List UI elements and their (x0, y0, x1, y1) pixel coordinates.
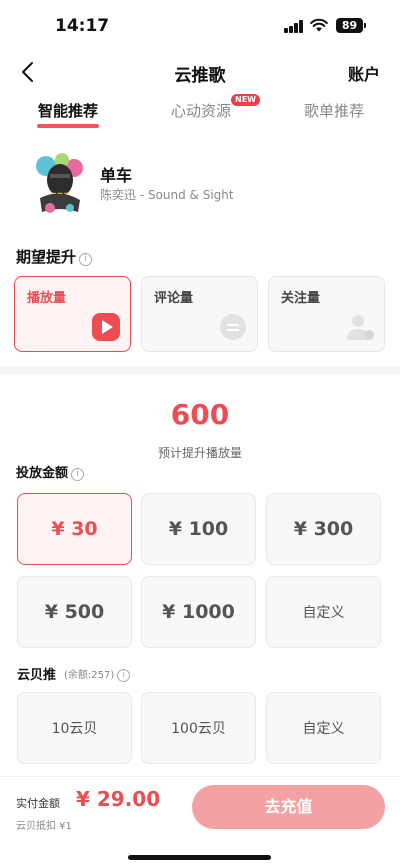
estimate-value: 600 (170, 398, 230, 431)
amount-option-30[interactable]: ¥ 30 (17, 493, 132, 565)
metric-label: 评论量 (154, 291, 194, 306)
song-artist: 陈奕迅 - Sound & Sight (100, 188, 234, 202)
new-badge: NEW (231, 94, 260, 106)
pay-amount: ¥ 29.00 (76, 787, 161, 811)
info-icon[interactable]: i (71, 468, 85, 481)
amount-option-custom[interactable]: 自定义 (266, 576, 381, 648)
yunbei-balance-text: (余额:257) (64, 670, 115, 681)
metric-plays[interactable]: 播放量 (14, 276, 131, 352)
yunbei-label: 云贝推 (17, 664, 56, 683)
amount-option-100[interactable]: ¥ 100 (141, 493, 256, 565)
comment-icon (220, 314, 246, 340)
yunbei-text: 云贝推 (17, 668, 57, 683)
follow-icon (347, 315, 374, 340)
amount-label: 投放金额 i (16, 462, 85, 481)
amount-text: 投放金额 (16, 466, 69, 481)
status-time: 14:17 (55, 16, 110, 36)
song-title: 单车 (100, 166, 133, 185)
account-button[interactable]: 账户 (348, 61, 380, 85)
album-cover: ~~~ (32, 150, 88, 218)
play-icon (92, 313, 120, 341)
metric-comments[interactable]: 评论量 (141, 276, 258, 352)
payment-bar: 实付金额 ¥ 29.00 云贝抵扣 ¥1 去充值 (0, 776, 400, 866)
page-title: 云推歌 (174, 66, 226, 86)
svg-text:~~~: ~~~ (50, 189, 70, 198)
song-card: ~~~ 单车 陈奕迅 - Sound & Sight (0, 140, 400, 230)
estimate-caption: 预计提升播放量 (157, 446, 242, 460)
recharge-button[interactable]: 去充值 (192, 785, 385, 829)
expected-boost-label: 期望提升 i (16, 246, 93, 267)
metric-label: 播放量 (27, 291, 67, 306)
yunbei-balance: (余额:257) i (64, 666, 131, 682)
nav-bar: 云推歌 账户 (0, 52, 400, 92)
home-indicator (128, 855, 271, 860)
tab-bar: 智能推荐 心动资源 NEW 歌单推荐 (0, 94, 400, 136)
status-bar: 14:17 89 (0, 0, 400, 50)
metric-follows[interactable]: 关注量 (268, 276, 385, 352)
tab-playlist-recommend[interactable]: 歌单推荐 (304, 100, 364, 121)
tab-heart-resources[interactable]: 心动资源 (171, 100, 231, 121)
info-icon[interactable]: i (79, 253, 93, 266)
yunbei-option-custom[interactable]: 自定义 (266, 692, 381, 764)
amount-option-500[interactable]: ¥ 500 (17, 576, 132, 648)
section-divider (0, 366, 400, 374)
battery-indicator: 89 (336, 18, 366, 33)
expected-boost-text: 期望提升 (16, 248, 77, 266)
info-icon[interactable]: i (117, 669, 131, 682)
metric-label: 关注量 (281, 291, 321, 306)
amount-option-300[interactable]: ¥ 300 (266, 493, 381, 565)
amount-option-1000[interactable]: ¥ 1000 (141, 576, 256, 648)
yunbei-option-10[interactable]: 10云贝 (17, 692, 132, 764)
yunbei-option-100[interactable]: 100云贝 (141, 692, 256, 764)
tab-smart-recommend[interactable]: 智能推荐 (38, 100, 98, 121)
cellular-signal-icon (284, 20, 304, 33)
pay-deduct: 云贝抵扣 ¥1 (16, 821, 72, 832)
pay-label: 实付金额 (16, 797, 60, 810)
wifi-icon (310, 18, 328, 32)
tab-underline (37, 124, 99, 128)
